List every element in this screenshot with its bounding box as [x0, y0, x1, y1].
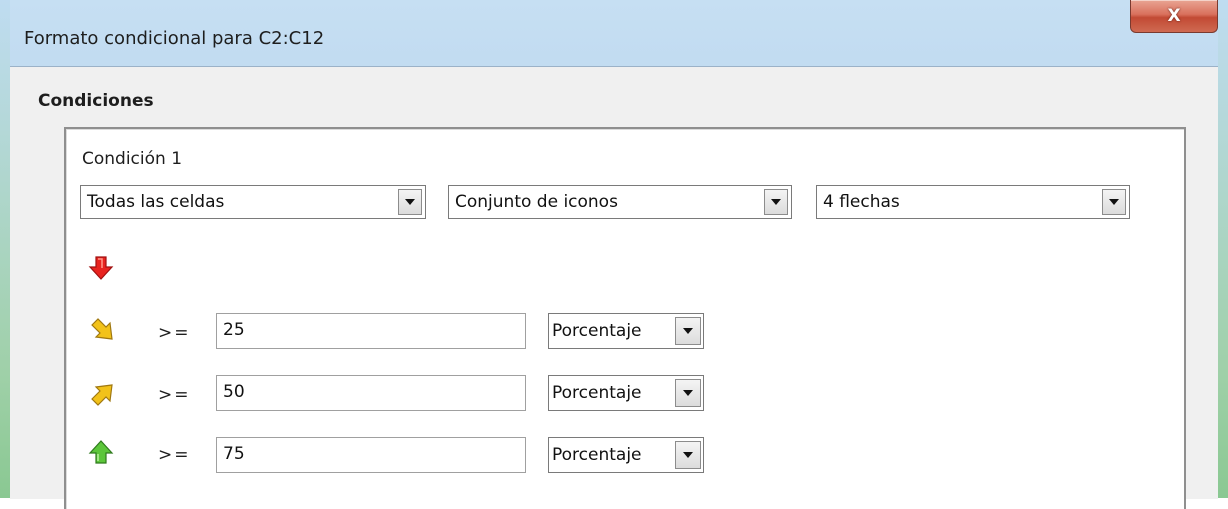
red-down-arrow-icon [88, 256, 114, 280]
icon-set-dropdown-button[interactable] [1102, 189, 1126, 215]
threshold-3-unit-value: Porcentaje [552, 445, 642, 465]
dialog-client-area: Condiciones Condición 1 Todas las celdas… [10, 66, 1218, 509]
condition-1-panel: Condición 1 Todas las celdas Conjunto de… [64, 127, 1186, 509]
threshold-2-operator: >= [158, 385, 191, 405]
applies-to-dropdown-button[interactable] [398, 189, 422, 215]
threshold-1-value-input[interactable] [223, 320, 513, 340]
icon-set-select[interactable]: 4 flechas [816, 185, 1130, 219]
threshold-2-unit-select[interactable]: Porcentaje [548, 375, 704, 411]
conditions-section-label: Condiciones [38, 91, 154, 111]
threshold-3-value-field[interactable] [216, 437, 526, 473]
chevron-down-icon [683, 390, 693, 396]
chevron-down-icon [405, 199, 415, 205]
threshold-3-unit-dropdown-button[interactable] [675, 441, 701, 469]
threshold-2-value-input[interactable] [223, 382, 513, 402]
close-icon: X [1167, 6, 1181, 26]
threshold-3-operator: >= [158, 445, 191, 465]
threshold-1-value-field[interactable] [216, 313, 526, 349]
yellow-diagonal-down-arrow-icon [91, 318, 113, 340]
threshold-1-operator: >= [158, 323, 191, 343]
chevron-down-icon [771, 199, 781, 205]
threshold-3-unit-select[interactable]: Porcentaje [548, 437, 704, 473]
threshold-1-unit-dropdown-button[interactable] [675, 317, 701, 345]
chevron-down-icon [683, 328, 693, 334]
condition-type-dropdown-button[interactable] [764, 189, 788, 215]
dialog-window: Formato condicional para C2:C12 X Condic… [0, 0, 1228, 509]
threshold-1-unit-select[interactable]: Porcentaje [548, 313, 704, 349]
chevron-down-icon [1109, 199, 1119, 205]
threshold-2-unit-value: Porcentaje [552, 383, 642, 403]
window-border-right [1218, 0, 1228, 498]
window-border-left [0, 0, 10, 498]
condition-1-title: Condición 1 [82, 149, 183, 169]
applies-to-value: Todas las celdas [87, 192, 225, 212]
close-button[interactable]: X [1130, 0, 1218, 33]
threshold-1-unit-value: Porcentaje [552, 321, 642, 341]
applies-to-select[interactable]: Todas las celdas [80, 185, 426, 219]
window-title: Formato condicional para C2:C12 [24, 28, 325, 49]
chevron-down-icon [683, 452, 693, 458]
threshold-3-value-input[interactable] [223, 444, 513, 464]
green-up-arrow-icon [88, 440, 114, 464]
icon-set-value: 4 flechas [823, 192, 900, 212]
threshold-2-value-field[interactable] [216, 375, 526, 411]
condition-type-value: Conjunto de iconos [455, 192, 618, 212]
yellow-diagonal-up-arrow-icon [91, 384, 113, 406]
condition-type-select[interactable]: Conjunto de iconos [448, 185, 792, 219]
threshold-2-unit-dropdown-button[interactable] [675, 379, 701, 407]
